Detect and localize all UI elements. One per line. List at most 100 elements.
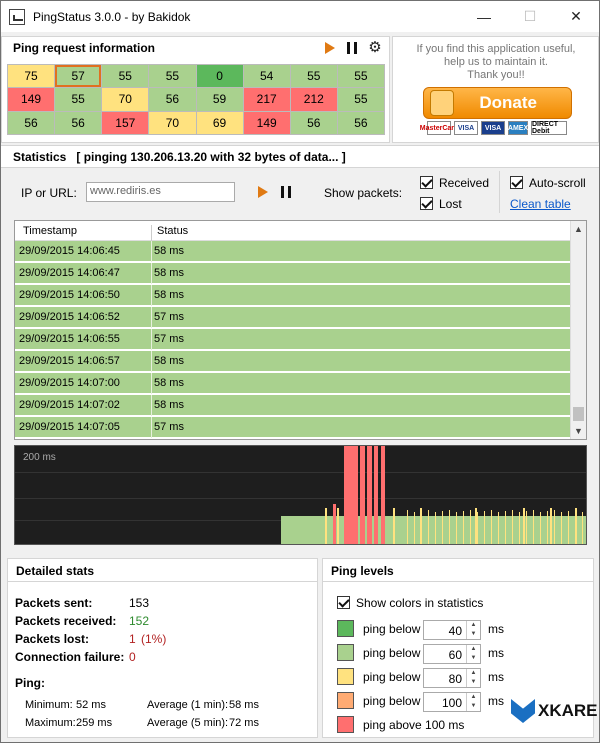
graph-bar [367, 446, 372, 544]
visa-icon: VISA [454, 121, 478, 135]
ping-cell[interactable]: 55 [149, 65, 196, 88]
show-packets-label: Show packets: [324, 186, 403, 200]
table-row[interactable]: 29/09/2015 14:06:57 58 ms [15, 351, 571, 372]
ping-cell[interactable]: 55 [337, 88, 384, 111]
scroll-up-icon[interactable]: ▲ [574, 224, 583, 234]
ping-cell[interactable]: 0 [196, 65, 243, 88]
graph-bar [449, 510, 450, 544]
ping-cell[interactable]: 157 [102, 111, 149, 134]
table-row[interactable]: 29/09/2015 14:07:00 58 ms [15, 373, 571, 394]
level-color-swatch[interactable] [337, 692, 354, 709]
row-timestamp: 29/09/2015 14:06:45 [19, 245, 120, 257]
average-1min-label: Average (1 min): [147, 699, 229, 711]
graph-bar [582, 512, 583, 544]
ping-levels-heading: Ping levels [323, 559, 593, 582]
ping-cell[interactable]: 212 [290, 88, 337, 111]
column-header-status[interactable]: Status [157, 225, 188, 237]
ip-input[interactable]: www.rediris.es [86, 182, 235, 202]
show-colors-checkbox[interactable] [337, 596, 350, 609]
separator [499, 171, 500, 213]
level-color-swatch[interactable] [337, 716, 354, 733]
ping-cell[interactable]: 70 [102, 88, 149, 111]
stepper-arrows-icon[interactable]: ▲ ▼ [466, 693, 480, 711]
ping-cell[interactable]: 55 [337, 65, 384, 88]
packets-sent-value: 153 [129, 596, 150, 610]
autoscroll-label: Auto-scroll [529, 176, 586, 190]
ping-cell[interactable]: 56 [8, 111, 55, 134]
level-color-swatch[interactable] [337, 668, 354, 685]
gear-icon: ⚙ [368, 39, 382, 56]
ping-cell[interactable]: 56 [290, 111, 337, 134]
stepper-arrows-icon[interactable]: ▲ ▼ [466, 669, 480, 687]
start-button[interactable] [256, 185, 270, 199]
table-row[interactable]: 29/09/2015 14:06:45 58 ms [15, 241, 571, 262]
table-row[interactable]: 29/09/2015 14:07:05 57 ms [15, 417, 571, 438]
amex-icon: AMEX [508, 121, 528, 135]
ping-cell[interactable]: 55 [102, 65, 149, 88]
packets-sent-label: Packets sent: [15, 596, 93, 610]
ping-cell[interactable]: 59 [196, 88, 243, 111]
scroll-down-icon[interactable]: ▼ [574, 426, 583, 436]
clean-table-link[interactable]: Clean table [510, 197, 571, 211]
donate-button[interactable]: Donate [423, 87, 572, 119]
ping-cell[interactable]: 57 [55, 65, 102, 88]
table-scrollbar[interactable]: ▲ ▼ [570, 221, 586, 439]
level-threshold-stepper[interactable]: 80 ▲ ▼ [423, 668, 481, 688]
table-row[interactable]: 29/09/2015 14:06:50 58 ms [15, 285, 571, 306]
ping-cell[interactable]: 56 [337, 111, 384, 134]
received-checkbox[interactable] [420, 176, 433, 189]
ping-cell[interactable]: 55 [290, 65, 337, 88]
stepper-arrows-icon[interactable]: ▲ ▼ [466, 621, 480, 639]
table-row[interactable]: 29/09/2015 14:06:47 58 ms [15, 263, 571, 284]
thumbs-up-icon [430, 90, 454, 116]
ping-cell[interactable]: 55 [55, 88, 102, 111]
statistics-bar: Statistics [ pinging 130.206.13.20 with … [1, 145, 599, 168]
graph-bar [435, 512, 436, 544]
grid-pause-button[interactable] [345, 41, 359, 55]
ping-cell[interactable]: 69 [196, 111, 243, 134]
level-color-swatch[interactable] [337, 620, 354, 637]
level-color-swatch[interactable] [337, 644, 354, 661]
graph-bar [512, 510, 513, 544]
table-row[interactable]: 29/09/2015 14:06:55 57 ms [15, 329, 571, 350]
pause-button[interactable] [279, 185, 293, 199]
row-status: 57 ms [154, 311, 184, 323]
app-icon [9, 8, 25, 25]
ping-cell[interactable]: 149 [243, 111, 290, 134]
ping-cell[interactable]: 54 [243, 65, 290, 88]
ping-cell[interactable]: 149 [8, 88, 55, 111]
ping-cell[interactable]: 217 [243, 88, 290, 111]
ping-cell[interactable]: 56 [55, 111, 102, 134]
grid-start-button[interactable] [323, 41, 337, 55]
autoscroll-checkbox[interactable] [510, 176, 523, 189]
settings-button[interactable]: ⚙ [366, 38, 384, 56]
level-threshold-value: 60 [448, 648, 462, 662]
play-icon [258, 186, 268, 198]
level-threshold-stepper[interactable]: 60 ▲ ▼ [423, 644, 481, 664]
maximum-value: 259 ms [76, 717, 113, 729]
lost-label: Lost [439, 197, 462, 211]
level-label: ping below [363, 670, 421, 684]
level-label: ping above 100 ms [363, 718, 465, 732]
maximize-button[interactable]: ☐ [507, 1, 553, 32]
scroll-thumb[interactable] [573, 407, 584, 421]
ping-cell[interactable]: 56 [149, 88, 196, 111]
ping-cell[interactable]: 75 [8, 65, 55, 88]
level-threshold-stepper[interactable]: 40 ▲ ▼ [423, 620, 481, 640]
stepper-arrows-icon[interactable]: ▲ ▼ [466, 645, 480, 663]
table-row[interactable]: 29/09/2015 14:06:52 57 ms [15, 307, 571, 328]
graph-bar [414, 512, 415, 544]
graph-bar [575, 510, 576, 544]
minimize-button[interactable]: — [461, 1, 507, 32]
row-timestamp: 29/09/2015 14:06:50 [19, 289, 120, 301]
close-button[interactable]: ✕ [553, 1, 599, 32]
level-threshold-stepper[interactable]: 100 ▲ ▼ [423, 692, 481, 712]
graph-bar [498, 512, 499, 544]
graph-bar [337, 508, 339, 544]
column-header-timestamp[interactable]: Timestamp [23, 225, 77, 237]
ping-cell[interactable]: 70 [149, 111, 196, 134]
lost-checkbox[interactable] [420, 197, 433, 210]
graph-bar [374, 446, 378, 544]
table-row[interactable]: 29/09/2015 14:07:02 58 ms [15, 395, 571, 416]
average-5min-value: 72 ms [229, 717, 259, 729]
